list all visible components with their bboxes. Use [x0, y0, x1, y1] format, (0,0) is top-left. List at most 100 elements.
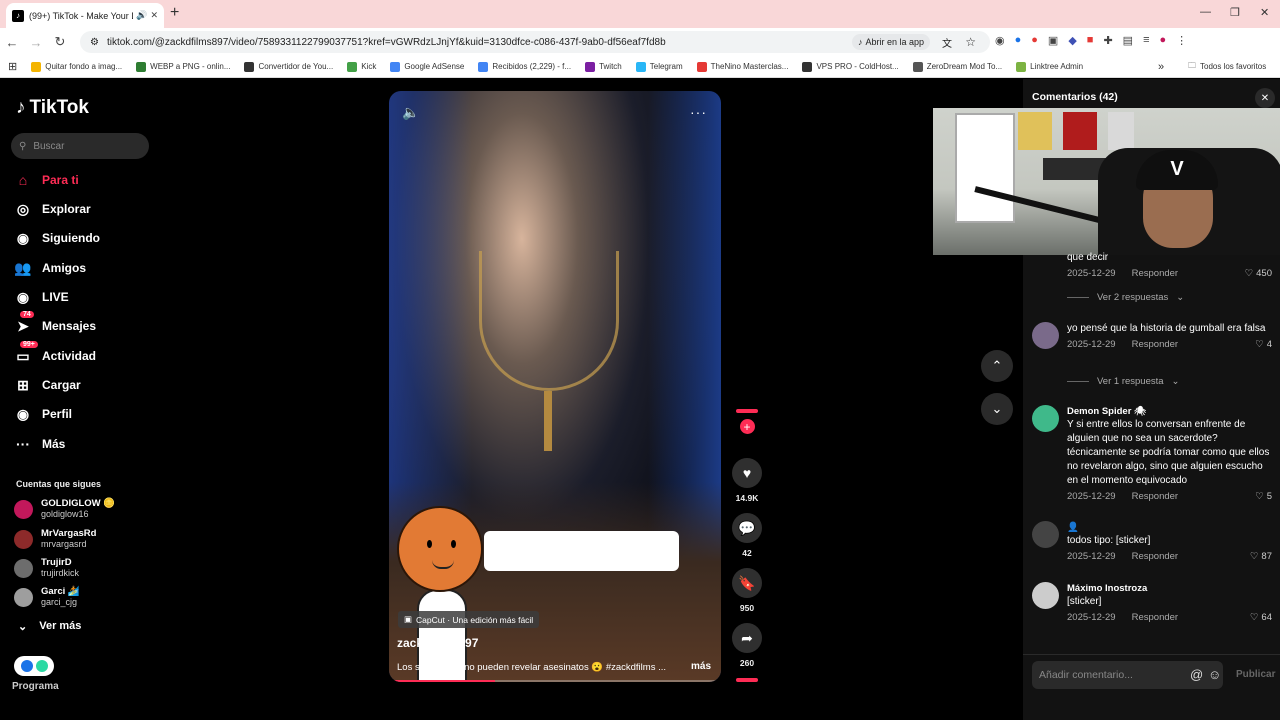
followed-account[interactable]: GOLDIGLOW 🪙 goldiglow16: [14, 498, 115, 520]
media-control-icon[interactable]: ≡: [1143, 34, 1149, 47]
extensions-puzzle-icon[interactable]: ✚: [1103, 34, 1112, 47]
bookmark-item[interactable]: Convertidor de You...: [244, 61, 333, 72]
bookmark-item[interactable]: Telegram: [635, 61, 683, 72]
comment-input[interactable]: Añadir comentario... @ ☺: [1032, 661, 1223, 689]
comment-username[interactable]: Demon Spider 🕷: [1067, 405, 1272, 418]
sidebar-item-más[interactable]: ··· Más: [14, 435, 65, 453]
bookmark-item[interactable]: WEBP a PNG - onlin...: [136, 61, 230, 72]
sidebar-item-para-ti[interactable]: ⌂ Para ti: [14, 171, 79, 189]
comment-username[interactable]: Máximo Inostroza: [1067, 582, 1272, 595]
sidebar-item-perfil[interactable]: ◉ Perfil: [14, 405, 72, 423]
extension-2-icon[interactable]: ●: [1015, 34, 1022, 47]
reload-icon[interactable]: ↻: [48, 34, 72, 50]
new-tab-icon[interactable]: +: [170, 4, 179, 22]
follow-plus-button[interactable]: +: [739, 419, 755, 434]
bookmark-item[interactable]: Kick: [347, 61, 376, 72]
reply-button[interactable]: Responder: [1132, 339, 1178, 350]
search-input[interactable]: ⚲ Buscar: [11, 133, 149, 159]
all-bookmarks[interactable]: 🗀 Todos los favoritos: [1188, 60, 1266, 74]
extension-3-icon[interactable]: ●: [1031, 34, 1038, 47]
sidebar-item-cargar[interactable]: ⊞ Cargar: [14, 376, 81, 394]
video-progress-bar[interactable]: [389, 680, 721, 682]
video-player[interactable]: 🔈 ··· ▣ CapCut · Una edición más fácil z…: [389, 91, 721, 682]
view-replies-button[interactable]: Ver 2 respuestas ⌄: [1067, 292, 1184, 303]
profile-avatar-icon[interactable]: ●: [1160, 34, 1167, 47]
bookmark-item[interactable]: ZeroDream Mod To...: [912, 61, 1002, 72]
minimize-icon[interactable]: —: [1200, 6, 1211, 18]
avatar[interactable]: [1032, 322, 1059, 349]
video-author[interactable]: zackdfilms897: [397, 636, 478, 650]
bookmark-item[interactable]: Twitch: [585, 61, 622, 72]
speaker-icon[interactable]: 🔊: [136, 10, 147, 21]
reply-button[interactable]: Responder: [1132, 612, 1178, 623]
extension-6-icon[interactable]: ■: [1087, 34, 1094, 47]
comment-username[interactable]: 👤: [1067, 521, 1272, 534]
save-button[interactable]: 🔖: [732, 568, 762, 598]
program-label[interactable]: Programa: [12, 681, 59, 692]
apps-grid-icon[interactable]: ⊞: [8, 60, 17, 73]
view-replies-button[interactable]: Ver 1 respuesta ⌄: [1067, 376, 1180, 387]
previous-video-button[interactable]: ⌃: [981, 350, 1013, 382]
description-more-button[interactable]: más: [691, 661, 711, 672]
sidebar-item-amigos[interactable]: 👥 Amigos: [14, 259, 86, 277]
avatar[interactable]: [1032, 521, 1059, 548]
mention-icon[interactable]: @: [1190, 667, 1203, 682]
reply-button[interactable]: Responder: [1132, 551, 1178, 562]
capcut-tag[interactable]: ▣ CapCut · Una edición más fácil: [398, 611, 540, 628]
publish-button[interactable]: Publicar: [1236, 669, 1275, 680]
extension-4-icon[interactable]: ▣: [1048, 34, 1058, 47]
video-options-icon[interactable]: ···: [690, 104, 707, 120]
forward-icon[interactable]: →: [24, 35, 48, 50]
comment-like-button[interactable]: ♡ 87: [1250, 551, 1272, 562]
comment-like-button[interactable]: ♡ 450: [1245, 268, 1272, 279]
followed-account[interactable]: MrVargasRd mrvargasrd: [14, 528, 96, 550]
sidebar-item-live[interactable]: ◉ LIVE: [14, 288, 69, 306]
extension-5-icon[interactable]: ◆: [1068, 34, 1076, 47]
extension-1-icon[interactable]: ◉: [995, 34, 1005, 47]
creator-avatar[interactable]: [736, 409, 758, 413]
avatar[interactable]: [1032, 582, 1059, 609]
close-window-icon[interactable]: ✕: [1260, 6, 1269, 19]
restore-icon[interactable]: ❐: [1230, 6, 1240, 19]
bookmark-item[interactable]: VPS PRO - ColdHost...: [802, 61, 899, 72]
sidebar-item-siguiendo[interactable]: ◉ Siguiendo: [14, 229, 100, 247]
sidebar-item-actividad[interactable]: ▭ 99+ Actividad: [14, 341, 96, 365]
emoji-icon[interactable]: ☺: [1208, 667, 1221, 682]
sidebar-item-explorar[interactable]: ◎ Explorar: [14, 200, 91, 218]
reply-button[interactable]: Responder: [1132, 491, 1178, 502]
program-toggle[interactable]: [14, 656, 54, 676]
comment-like-button[interactable]: ♡ 5: [1255, 491, 1272, 502]
like-button[interactable]: ♥: [732, 458, 762, 488]
bookmark-item[interactable]: Linktree Admin: [1016, 61, 1083, 72]
site-info-icon[interactable]: ⚙: [90, 37, 99, 48]
bookmark-item[interactable]: TheNino Masterclas...: [696, 61, 788, 72]
followed-account[interactable]: Garci 🏄 garci_cjg: [14, 586, 80, 608]
share-button[interactable]: ➦: [732, 623, 762, 653]
close-comments-button[interactable]: ✕: [1255, 88, 1275, 108]
sidebar-item-mensajes[interactable]: ➤ 74 Mensajes: [14, 311, 96, 335]
comment-button[interactable]: 💬: [732, 513, 762, 543]
music-disc[interactable]: [736, 678, 758, 682]
close-tab-icon[interactable]: ✕: [150, 10, 158, 21]
bookmark-item[interactable]: Quitar fondo a imag...: [31, 61, 122, 72]
bookmark-item[interactable]: Google AdSense: [390, 61, 464, 72]
url-text[interactable]: tiktok.com/@zackdfilms897/video/75893311…: [107, 37, 666, 48]
back-icon[interactable]: ←: [0, 35, 24, 50]
translate-icon[interactable]: 文: [942, 35, 952, 50]
open-in-app-button[interactable]: ♪ Abrir en la app: [851, 34, 930, 50]
reply-button[interactable]: Responder: [1132, 268, 1178, 279]
bookmarks-overflow-icon[interactable]: »: [1158, 61, 1164, 73]
avatar[interactable]: [1032, 405, 1059, 432]
omnibox[interactable]: ⚙ tiktok.com/@zackdfilms897/video/758933…: [80, 31, 990, 53]
bookmark-item[interactable]: Recibidos (2,229) - f...: [478, 61, 571, 72]
comment-like-button[interactable]: ♡ 4: [1255, 339, 1272, 350]
browser-tab[interactable]: ♪ (99+) TikTok - Make Your Day 🔊 ✕: [6, 3, 164, 28]
next-video-button[interactable]: ⌄: [981, 393, 1013, 425]
tiktok-logo[interactable]: ♪ TikTok: [16, 97, 89, 119]
comment-like-button[interactable]: ♡ 64: [1250, 612, 1272, 623]
sidebar-toggle-icon[interactable]: ▤: [1123, 34, 1133, 47]
see-more-button[interactable]: ⌄ Ver más: [18, 620, 81, 633]
followed-account[interactable]: TrujirD trujirdkick: [14, 557, 79, 579]
volume-icon[interactable]: 🔈: [402, 104, 419, 121]
menu-kebab-icon[interactable]: ⋮: [1176, 34, 1187, 47]
